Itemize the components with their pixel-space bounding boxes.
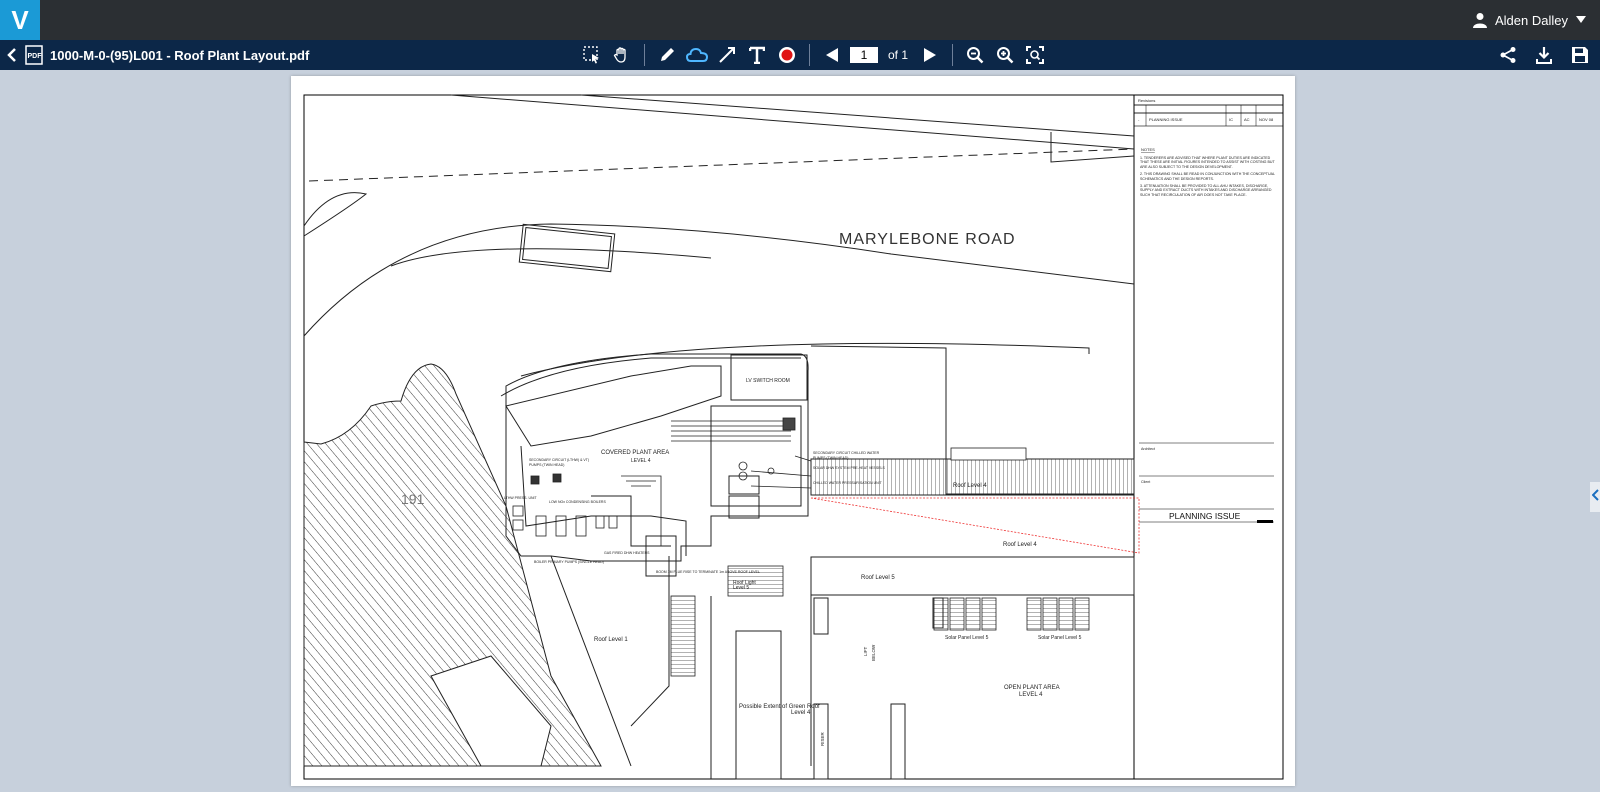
lv-switch-room-label: LV SWITCH ROOM [746,378,790,384]
title-block: Revisions - PLANNING ISSUE IC AC NOV 08 … [1133,94,1284,523]
page-total-label: of 1 [888,48,909,62]
document-viewer[interactable]: MARYLEBONE ROAD 191 LV SWITCH ROOM COVER… [0,70,1600,792]
plant-equipment [512,417,812,677]
roof-light-level-label: Level 5 [733,585,749,591]
lower-roof-areas [521,555,1135,780]
drawing-canvas: MARYLEBONE ROAD 191 LV SWITCH ROOM COVER… [303,94,1284,780]
arrow-line-icon[interactable] [715,43,739,67]
select-area-icon[interactable] [580,43,604,67]
previous-page-icon[interactable] [820,43,844,67]
viewer-toolbar: PDF 1000-M-0-(95)L001 - Roof Plant Layou… [0,40,1600,70]
toolbar-divider [809,44,810,66]
client-label: Client [1141,480,1150,484]
gas-fired-label: GAS FIRED DHW HEATERS [604,551,650,555]
pencil-icon[interactable] [655,43,679,67]
roof-level-4-label-a: Roof Level 4 [953,483,987,489]
zoom-in-icon[interactable] [993,43,1017,67]
file-name: 1000-M-0-(95)L001 - Roof Plant Layout.pd… [50,47,310,63]
fit-page-icon[interactable] [1023,43,1047,67]
zoom-out-icon[interactable] [963,43,987,67]
secondary-lthw-label: SECONDARY CIRCUIT (LTHW) & VT) [529,458,589,462]
chevron-left-icon [1591,488,1599,506]
user-name: Alden Dalley [1495,12,1568,28]
share-icon[interactable] [1496,43,1520,67]
solar-panels [933,597,1090,631]
roof-level-4-label-b: Roof Level 4 [1003,542,1037,548]
solar-panel-label-2: Solar Panel Level 5 [1038,635,1082,641]
boiler-primary-label: BOILER PRIMARY PUMPS (SINGLE HEAD) [534,560,604,564]
roof-level-1-label: Roof Level 1 [594,637,628,643]
text-tool-icon[interactable] [745,43,769,67]
download-icon[interactable] [1532,43,1556,67]
open-plant-level-label: LEVEL 4 [1019,692,1043,698]
back-chevron-icon[interactable] [6,43,18,67]
status-label: PLANNING ISSUE [1169,511,1241,521]
note-2: 2. THIS DRAWING SHALL BE READ IN CONJUNC… [1140,172,1275,181]
roof-level-5-label: Roof Level 5 [861,575,895,581]
pdf-page[interactable]: MARYLEBONE ROAD 191 LV SWITCH ROOM COVER… [291,76,1295,786]
roof-upstand [950,447,1027,461]
road-name: MARYLEBONE ROAD [839,231,1016,248]
pdf-file-icon: PDF [24,43,44,67]
revision-drawn: IC [1229,117,1233,122]
open-plant-area-label: OPEN PLANT AREA [1004,685,1060,691]
road-lines [303,94,1135,337]
revision-description: PLANNING ISSUE [1149,117,1183,122]
riser-label: RISER [820,731,825,746]
lthw-press-label: LTHW PRESS. UNIT [504,496,537,500]
revision-checked: AC [1244,117,1250,122]
next-page-icon[interactable] [918,43,942,67]
svg-text:PDF: PDF [28,53,43,60]
revision-rev: - [1138,117,1140,122]
top-bar: V Alden Dalley [0,0,1600,40]
secondary-lthw-label-2: PUMPS (TWIN HEAD) [529,463,564,467]
notes-heading: NOTES [1141,147,1155,152]
markup-annotation[interactable] [810,497,1140,554]
covered-plant-area-label: COVERED PLANT AREA [601,450,669,456]
note-3: 3. ATTENUATION SHALL BE PROVIDED TO ALL … [1140,184,1272,197]
lift-below-label: BELOW [871,644,876,661]
user-menu[interactable]: Alden Dalley [1473,0,1586,40]
user-icon [1473,12,1487,28]
save-icon[interactable] [1568,43,1592,67]
page-number-input[interactable] [850,47,878,63]
note-1: 1. TENDERERS ARE ADVISED THAT WHERE PLAN… [1140,156,1275,169]
low-nox-label: LOW NOx CONDENSING BOILERS [549,500,606,504]
toolbar-divider [952,44,954,66]
toolbar-divider [644,44,645,66]
revision-date: NOV 08 [1259,117,1274,122]
architect-label: Architect [1141,447,1155,451]
revisions-heading: Revisions [1138,98,1155,103]
app-logo[interactable]: V [0,0,40,40]
flue-riser-label: BOOM 1M FLUE RISE TO TERMINATE 1m ABOVE … [656,570,760,574]
pan-hand-icon[interactable] [610,43,634,67]
secondary-chilled-label: SECONDARY CIRCUIT CHILLED WATER [813,451,880,455]
side-panel-toggle[interactable] [1590,482,1600,512]
roof-level-4-deck [810,458,1135,496]
green-roof-level-label: Level 4 [791,710,811,716]
notes-block: 1. TENDERERS ARE ADVISED THAT WHERE PLAN… [1140,156,1275,197]
solar-panel-label-1: Solar Panel Level 5 [945,635,989,641]
cloud-icon[interactable] [685,43,709,67]
record-icon[interactable] [775,43,799,67]
caret-down-icon [1576,16,1586,24]
lift-label: LIFT [863,646,868,656]
building-number: 191 [401,491,425,507]
covered-plant-level-label: LEVEL 4 [631,458,651,464]
